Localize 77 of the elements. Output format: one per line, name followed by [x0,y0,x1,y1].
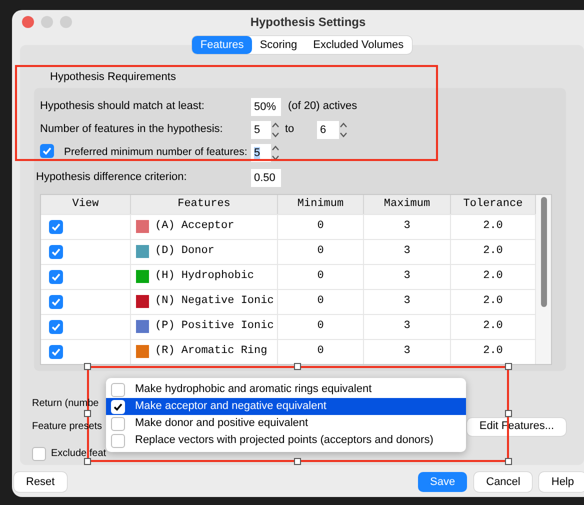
input-field[interactable]: 5 [251,120,271,138]
menu-item[interactable]: Make acceptor and negative equivalent [106,398,466,415]
table-cell-text: 0 [317,319,324,334]
table-cell-text: 2.0 [483,269,503,284]
resize-handle[interactable] [294,363,301,370]
table-cell-text: (A) Acceptor [155,219,234,234]
tab[interactable]: Scoring [252,36,306,54]
column-header[interactable]: Minimum [278,194,364,214]
input-field[interactable]: 0.50 [251,168,281,186]
menu-item[interactable]: Make donor and positive equivalent [106,415,466,432]
stepper-icon[interactable] [339,120,348,138]
checkbox[interactable] [40,144,54,158]
field-label: Hypothesis difference criterion: [36,170,188,186]
resize-handle[interactable] [84,458,91,465]
resize-handle[interactable] [294,458,301,465]
table-cell-text: 3 [404,244,410,260]
checkbox[interactable] [111,434,125,448]
table-cell-text: (P) Positive Ionic [155,319,274,334]
input-field[interactable]: 6 [317,120,339,138]
table-cell-text: 3 [404,219,410,234]
checkbox[interactable] [49,294,63,308]
table-cell-text: (D) Donor [155,244,214,260]
checkbox-label: Exclude feat [51,447,106,461]
column-header[interactable]: Maximum [364,194,451,214]
checkbox[interactable] [49,344,63,358]
field-suffix: (of 20) actives [288,99,358,114]
menu-item[interactable]: Make hydrophobic and aromatic rings equivalent [106,381,466,398]
save-button[interactable]: Save [418,472,468,492]
table-cell-text: 3 [404,294,410,310]
table-cell-text: 0 [317,219,324,234]
table-cell-text: 0 [317,269,324,284]
table-cell-text: 3 [404,319,410,334]
resize-handle[interactable] [505,410,512,417]
dialog-button[interactable]: Reset [14,472,67,492]
checkbox[interactable] [32,446,46,460]
table-cell-text: (H) Hydrophobic [155,269,254,284]
window-title: Hypothesis Settings [250,14,366,31]
column-header[interactable]: Features [131,194,278,214]
checkbox[interactable] [49,220,63,234]
stepper-icon[interactable] [271,120,280,138]
table-cell-text: 3 [404,269,410,284]
table-cell-text: 2.0 [483,319,503,334]
checkbox[interactable] [49,320,63,334]
checkbox[interactable] [111,416,125,430]
checkbox[interactable] [111,400,125,414]
resize-handle[interactable] [84,363,91,370]
table-cell-text: 0 [317,344,324,360]
checkbox[interactable] [111,382,125,396]
column-header[interactable]: View [41,194,131,214]
table-cell-text: 2.0 [483,344,503,360]
table-cell-text: 0 [317,294,324,310]
checkbox[interactable] [49,244,63,258]
range-separator: to [285,122,296,138]
checkbox[interactable] [49,270,63,284]
tab[interactable]: Excluded Volumes [305,36,412,54]
table-cell-text: (N) Negative Ionic [155,294,274,310]
tab[interactable]: Features [192,36,252,54]
resize-handle[interactable] [84,410,91,417]
table-cell-text: 3 [404,344,410,360]
table-cell-text: 2.0 [483,294,503,310]
close-icon[interactable] [22,16,34,28]
table-cell-text: 2.0 [483,219,503,234]
input-field[interactable]: 50% [251,98,281,116]
table-cell-text: (R) Aromatic Ring [155,344,268,360]
dialog-button[interactable]: Cancel [474,472,532,492]
checkbox-label: Preferred minimum number of features: [64,144,248,160]
table-cell-text: 0 [317,244,324,260]
field-label: Number of features in the hypothesis: [40,122,224,138]
field-label: Hypothesis should match at least: [40,99,206,114]
group-title: Hypothesis Requirements [50,71,176,83]
resize-handle[interactable] [505,363,512,370]
stepper-icon[interactable] [271,144,280,162]
table-cell-text: 2.0 [483,244,503,260]
menu-item[interactable]: Replace vectors with projected points (acceptors and donors) [106,432,466,449]
resize-handle[interactable] [505,458,512,465]
scrollbar-thumb[interactable] [540,196,546,306]
dialog-button[interactable]: Help [539,472,584,492]
